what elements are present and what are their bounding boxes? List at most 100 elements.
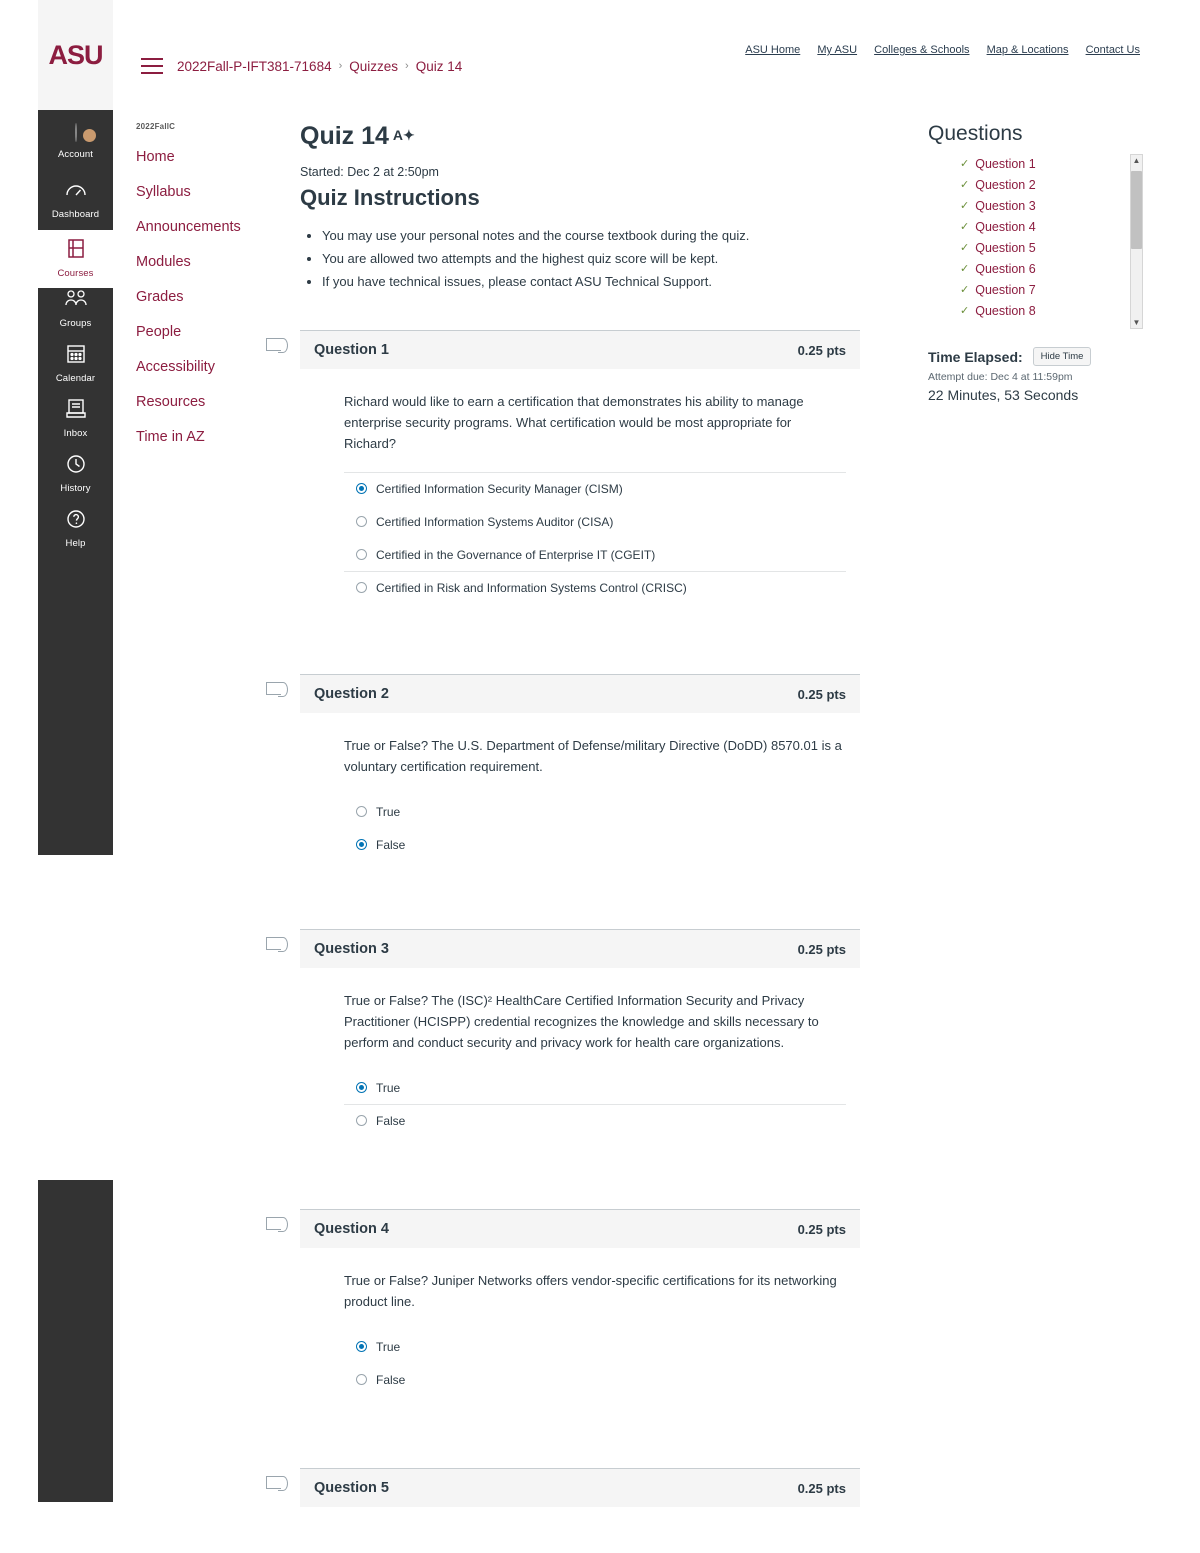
answer-option[interactable]: False bbox=[344, 1104, 846, 1137]
breadcrumb-item-course[interactable]: 2022Fall-P-IFT381-71684 bbox=[177, 59, 332, 74]
answer-label: False bbox=[376, 1373, 406, 1387]
breadcrumb-item-quizzes[interactable]: Quizzes bbox=[349, 59, 398, 74]
question-link-label: Question 6 bbox=[975, 262, 1036, 276]
radio-button[interactable] bbox=[356, 483, 367, 494]
course-nav-item-announcements[interactable]: Announcements bbox=[136, 219, 286, 236]
course-nav-item-syllabus[interactable]: Syllabus bbox=[136, 184, 286, 201]
answer-option[interactable]: True bbox=[344, 1071, 846, 1104]
question-link-8[interactable]: ✓ Question 8 bbox=[960, 301, 1143, 322]
global-nav-item-groups[interactable]: Groups bbox=[38, 287, 113, 329]
question-link-6[interactable]: ✓ Question 6 bbox=[960, 259, 1143, 280]
question-points: 0.25 pts bbox=[797, 686, 846, 702]
question-link-label: Question 8 bbox=[975, 304, 1036, 318]
global-nav-label-dashboard: Dashboard bbox=[51, 209, 100, 220]
global-navigation: ASU Account Dashboard Courses Groups Cal… bbox=[38, 0, 113, 1553]
global-nav-label-inbox: Inbox bbox=[63, 428, 88, 439]
question-body: True or False? The U.S. Department of De… bbox=[300, 713, 860, 861]
global-nav-item-dashboard[interactable]: Dashboard bbox=[38, 178, 113, 220]
answer-option[interactable]: False bbox=[344, 828, 846, 861]
question-points: 0.25 pts bbox=[797, 941, 846, 957]
radio-button[interactable] bbox=[356, 549, 367, 560]
utility-links: ASU Home My ASU Colleges & Schools Map &… bbox=[745, 44, 1140, 56]
course-nav-item-grades[interactable]: Grades bbox=[136, 289, 286, 306]
course-nav-item-time-in-az[interactable]: Time in AZ bbox=[136, 429, 286, 446]
time-section: Time Elapsed: Hide Time Attempt due: Dec… bbox=[928, 347, 1143, 403]
global-nav-item-calendar[interactable]: Calendar bbox=[38, 342, 113, 384]
flag-question-icon[interactable] bbox=[266, 1216, 288, 1232]
question-body: Richard would like to earn a certificati… bbox=[300, 369, 860, 604]
radio-button[interactable] bbox=[356, 1374, 367, 1385]
global-nav-item-history[interactable]: History bbox=[38, 452, 113, 494]
answer-option[interactable]: False bbox=[344, 1363, 846, 1396]
answer-option[interactable]: True bbox=[344, 795, 846, 828]
global-nav-label-history: History bbox=[60, 483, 91, 494]
radio-button[interactable] bbox=[356, 1115, 367, 1126]
flag-question-icon[interactable] bbox=[266, 1475, 288, 1491]
groups-people-icon bbox=[38, 287, 113, 317]
check-icon: ✓ bbox=[960, 305, 970, 317]
radio-button[interactable] bbox=[356, 806, 367, 817]
question-header: Question 2 0.25 pts bbox=[300, 674, 860, 713]
question-name: Question 2 bbox=[314, 686, 389, 702]
global-nav-item-inbox[interactable]: Inbox bbox=[38, 397, 113, 439]
utility-link-my-asu[interactable]: My ASU bbox=[817, 44, 857, 56]
question-name: Question 3 bbox=[314, 941, 389, 957]
radio-button[interactable] bbox=[356, 1341, 367, 1352]
answer-option[interactable]: Certified Information Systems Auditor (C… bbox=[344, 505, 846, 538]
instruction-item: You are allowed two attempts and the hig… bbox=[322, 248, 860, 269]
radio-button[interactable] bbox=[356, 1082, 367, 1093]
utility-link-asu-home[interactable]: ASU Home bbox=[745, 44, 800, 56]
question-link-label: Question 3 bbox=[975, 199, 1036, 213]
global-nav-item-help[interactable]: Help bbox=[38, 507, 113, 549]
answer-list: True False bbox=[344, 795, 846, 861]
answer-list: True False bbox=[344, 1071, 846, 1137]
answer-label: True bbox=[376, 1340, 401, 1354]
answer-option[interactable]: True bbox=[344, 1330, 846, 1363]
answer-option[interactable]: Certified in Risk and Information System… bbox=[344, 571, 846, 604]
question-link-7[interactable]: ✓ Question 7 bbox=[960, 280, 1143, 301]
flag-question-icon[interactable] bbox=[266, 936, 288, 952]
scroll-up-arrow-icon[interactable]: ▲ bbox=[1131, 155, 1142, 166]
breadcrumb-item-quiz[interactable]: Quiz 14 bbox=[416, 59, 463, 74]
answer-option[interactable]: Certified in the Governance of Enterpris… bbox=[344, 538, 846, 571]
utility-link-colleges-schools[interactable]: Colleges & Schools bbox=[874, 44, 969, 56]
question-list-scrollbar[interactable]: ▲ ▼ bbox=[1130, 154, 1143, 329]
instruction-item: You may use your personal notes and the … bbox=[322, 225, 860, 246]
radio-button[interactable] bbox=[356, 839, 367, 850]
question-header: Question 5 0.25 pts bbox=[300, 1468, 860, 1507]
hamburger-menu-icon[interactable] bbox=[141, 58, 163, 74]
check-icon: ✓ bbox=[960, 242, 970, 254]
scroll-down-arrow-icon[interactable]: ▼ bbox=[1131, 317, 1142, 328]
course-nav-item-resources[interactable]: Resources bbox=[136, 394, 286, 411]
question-link-2[interactable]: ✓ Question 2 bbox=[960, 175, 1143, 196]
asu-logo[interactable]: ASU bbox=[38, 0, 113, 110]
inbox-tray-icon bbox=[38, 397, 113, 427]
course-nav-item-home[interactable]: Home bbox=[136, 149, 286, 166]
answer-option[interactable]: Certified Information Security Manager (… bbox=[344, 472, 846, 505]
question-link-3[interactable]: ✓ Question 3 bbox=[960, 196, 1143, 217]
history-clock-icon bbox=[38, 452, 113, 482]
utility-link-map-locations[interactable]: Map & Locations bbox=[987, 44, 1069, 56]
check-icon: ✓ bbox=[960, 179, 970, 191]
answer-label: False bbox=[376, 838, 406, 852]
utility-link-contact-us[interactable]: Contact Us bbox=[1086, 44, 1140, 56]
course-nav-item-accessibility[interactable]: Accessibility bbox=[136, 359, 286, 376]
question-link-5[interactable]: ✓ Question 5 bbox=[960, 238, 1143, 259]
question-link-4[interactable]: ✓ Question 4 bbox=[960, 217, 1143, 238]
hide-time-button[interactable]: Hide Time bbox=[1032, 347, 1092, 366]
global-nav-item-courses[interactable]: Courses bbox=[38, 232, 113, 286]
radio-button[interactable] bbox=[356, 516, 367, 527]
asu-logo-text: ASU bbox=[48, 39, 103, 70]
question-block: Question 1 0.25 pts Richard would like t… bbox=[266, 330, 860, 604]
global-nav-item-account[interactable]: Account bbox=[38, 118, 113, 160]
course-nav-item-modules[interactable]: Modules bbox=[136, 254, 286, 271]
answer-label: Certified in Risk and Information System… bbox=[376, 581, 687, 595]
question-link-1[interactable]: ✓ Question 1 bbox=[960, 154, 1143, 175]
scrollbar-thumb[interactable] bbox=[1131, 171, 1142, 249]
page-title: Quiz 14 A✦ bbox=[300, 120, 860, 151]
flag-question-icon[interactable] bbox=[266, 337, 288, 353]
course-nav-item-people[interactable]: People bbox=[136, 324, 286, 341]
flag-question-icon[interactable] bbox=[266, 681, 288, 697]
answer-label: Certified Information Systems Auditor (C… bbox=[376, 515, 614, 529]
radio-button[interactable] bbox=[356, 582, 367, 593]
